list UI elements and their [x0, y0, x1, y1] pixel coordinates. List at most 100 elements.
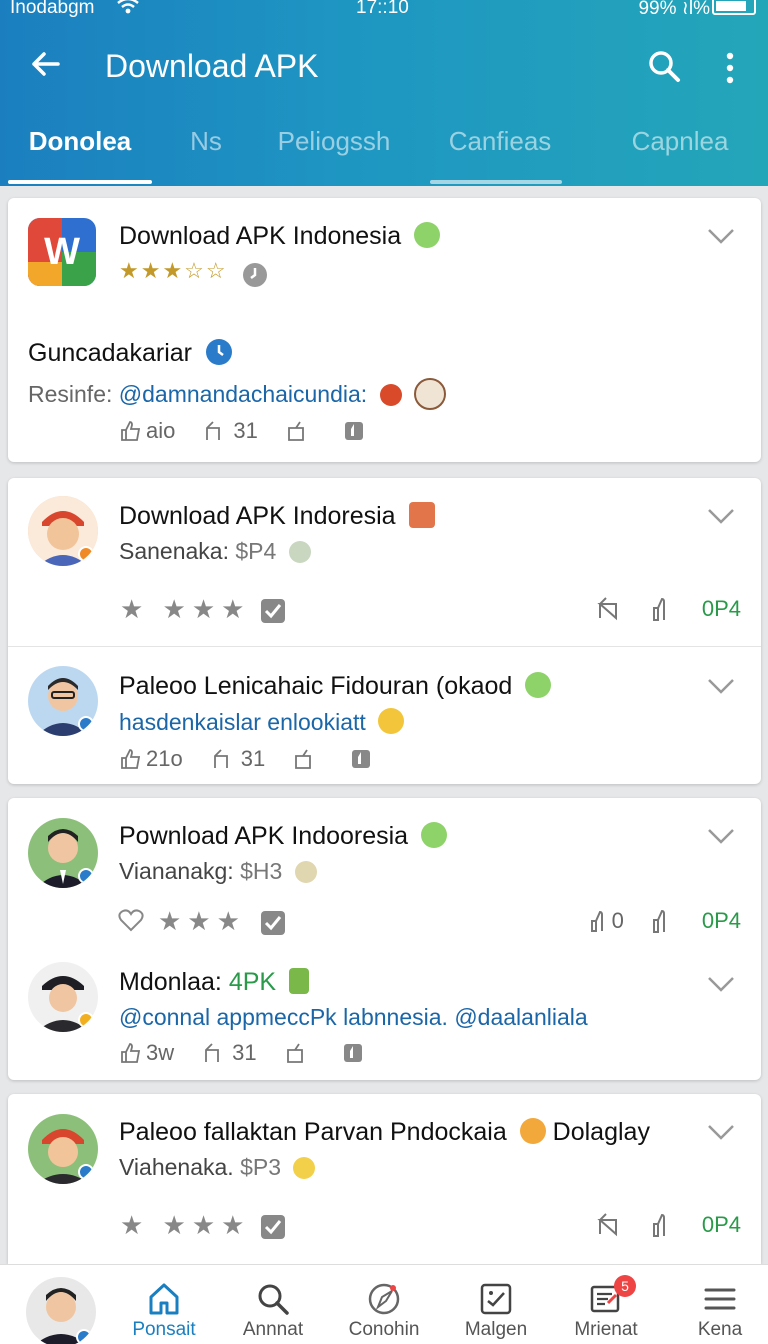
avatar — [26, 1277, 96, 1344]
title-suffix: Dolaglay — [552, 1118, 650, 1146]
nav-label: Conohin — [348, 1319, 420, 1340]
avatar[interactable] — [28, 496, 98, 566]
post-right-actions: 0P4 — [596, 1212, 741, 1238]
avatar[interactable] — [28, 962, 98, 1032]
nav-annnat[interactable]: Annnat — [223, 1279, 323, 1341]
repost-icon[interactable] — [596, 1212, 624, 1238]
battery-icon — [712, 0, 756, 15]
repost-action[interactable]: 31 — [211, 746, 265, 772]
like-count: 21o — [146, 746, 183, 771]
resinfe-handle[interactable]: @damnandachaicundia: — [119, 381, 367, 407]
nav-mrienat[interactable]: 5 Mrienat — [556, 1275, 656, 1341]
post-title-text: Pownload APK Indooresia — [119, 822, 409, 850]
nav-label: Ponsait — [132, 1319, 196, 1340]
title-label: Mdonlaa: — [119, 968, 222, 996]
repost-icon — [206, 421, 221, 440]
thumb-up-outline-icon[interactable] — [650, 1212, 676, 1238]
post-title: Download APK Indoresia — [119, 502, 435, 531]
svg-text:W: W — [44, 231, 80, 273]
tab-capnlea[interactable]: Capnlea — [612, 126, 748, 182]
post-card[interactable]: Pownload APK Indooresia Viananakg: $H3 ★… — [8, 798, 761, 1080]
like-action[interactable]: aio — [120, 418, 175, 444]
repost-action[interactable]: 31 — [202, 1040, 257, 1066]
thumb-action[interactable] — [341, 1041, 369, 1065]
nav-kena[interactable]: Kena — [670, 1279, 768, 1341]
tab-peliogssh[interactable]: Peliogssh — [266, 126, 402, 182]
title-value: 4PK — [228, 968, 277, 996]
clock-icon — [243, 263, 267, 287]
like-action[interactable]: 3w — [120, 1040, 174, 1066]
chevron-down-icon[interactable] — [707, 506, 735, 526]
nav-malgen[interactable]: Malgen — [446, 1279, 546, 1341]
repost-count: 31 — [232, 1040, 257, 1065]
like-count: 3w — [146, 1040, 175, 1065]
tab-ns[interactable]: Ns — [176, 126, 236, 182]
share-icon — [295, 749, 312, 769]
sub-price: $P4 — [235, 538, 277, 564]
chevron-down-icon[interactable] — [707, 676, 735, 696]
avatar[interactable] — [28, 1114, 98, 1184]
repost-count: 31 — [233, 418, 258, 443]
thumb-up-outline-icon[interactable] — [650, 596, 676, 622]
post-subline: Sanenaka: $P4 — [119, 538, 311, 565]
home-icon — [149, 1283, 179, 1315]
search-button[interactable] — [646, 48, 686, 88]
verified-square-icon — [261, 599, 285, 623]
share-action[interactable] — [293, 748, 321, 770]
author-name-text: Guncadakariar — [28, 339, 192, 367]
repost-action[interactable]: 31 — [203, 418, 258, 444]
post-card[interactable]: W Download APK Indonesia ★★★☆☆ Guncadaka… — [8, 198, 761, 462]
tab-label: Donolea — [28, 126, 132, 156]
nav-conohin[interactable]: Conohin — [334, 1279, 434, 1341]
wifi-icon — [116, 0, 140, 22]
chevron-down-icon[interactable] — [707, 1122, 735, 1142]
verified-square-icon — [261, 911, 285, 935]
app-logo: W — [28, 218, 96, 286]
gallery-icon — [480, 1283, 512, 1315]
thumb-action[interactable] — [342, 419, 370, 443]
bottom-navigation: Ponsait Annnat Conohin Malgen 5 Mrienat … — [0, 1264, 768, 1344]
profile-thumb-icon — [413, 378, 446, 410]
nav-ponsait[interactable]: Ponsait — [114, 1279, 214, 1341]
tab-canfieas[interactable]: Canfieas — [432, 126, 568, 182]
chevron-down-icon[interactable] — [707, 226, 735, 246]
post-subline: hasdenkaislar enlookiatt — [119, 708, 405, 736]
back-button[interactable] — [26, 46, 66, 86]
chevron-down-icon[interactable] — [707, 826, 735, 846]
menu-icon — [704, 1288, 736, 1310]
more-vertical-icon — [726, 52, 734, 84]
repost-count: 31 — [240, 746, 266, 771]
repost-icon — [205, 1043, 220, 1062]
rating-stars: ★ ★★★ — [120, 594, 251, 624]
heart-outline-icon[interactable] — [118, 908, 144, 932]
profile-avatar-button[interactable] — [26, 1277, 96, 1344]
nav-label: Annnat — [242, 1319, 304, 1340]
share-action[interactable] — [285, 1042, 313, 1064]
tab-label: Capnlea — [631, 126, 729, 156]
tab-label: Ns — [190, 126, 222, 156]
repost-icon[interactable] — [596, 596, 624, 622]
avatar[interactable] — [28, 818, 98, 888]
share-action[interactable] — [286, 420, 314, 442]
like-action[interactable]: 0 — [590, 908, 624, 934]
sub-text[interactable]: hasdenkaislar enlookiatt — [119, 709, 366, 735]
status-bar: Inodabgm 17::10 99% ≀l% — [0, 0, 768, 20]
tab-donolea[interactable]: Donolea — [8, 126, 152, 182]
avatar[interactable] — [28, 666, 98, 736]
carrier-label: Inodabgm — [10, 0, 95, 18]
post-card[interactable]: Paleoo fallaktan Parvan Pndockaia Dolagl… — [8, 1094, 761, 1264]
post-card[interactable]: Download APK Indoresia Sanenaka: $P4 ★ ★… — [8, 478, 761, 784]
arrow-left-icon — [32, 52, 60, 76]
thumb-up-outline-icon[interactable] — [650, 908, 676, 934]
post-right-actions: 0P4 — [596, 596, 741, 622]
thumb-up-outline-icon — [121, 1043, 141, 1063]
search-icon — [649, 51, 680, 82]
post-title: Download APK Indonesia — [119, 222, 441, 251]
maple-leaf-icon — [379, 384, 402, 406]
chevron-down-icon[interactable] — [707, 974, 735, 994]
thumb-action[interactable] — [349, 747, 377, 771]
like-count: 0 — [611, 908, 624, 933]
post-subline[interactable]: @connal appmeccPk labnnesia. @daalanlial… — [119, 1004, 588, 1031]
more-options-button[interactable] — [716, 48, 744, 88]
like-action[interactable]: 21o — [120, 746, 183, 772]
